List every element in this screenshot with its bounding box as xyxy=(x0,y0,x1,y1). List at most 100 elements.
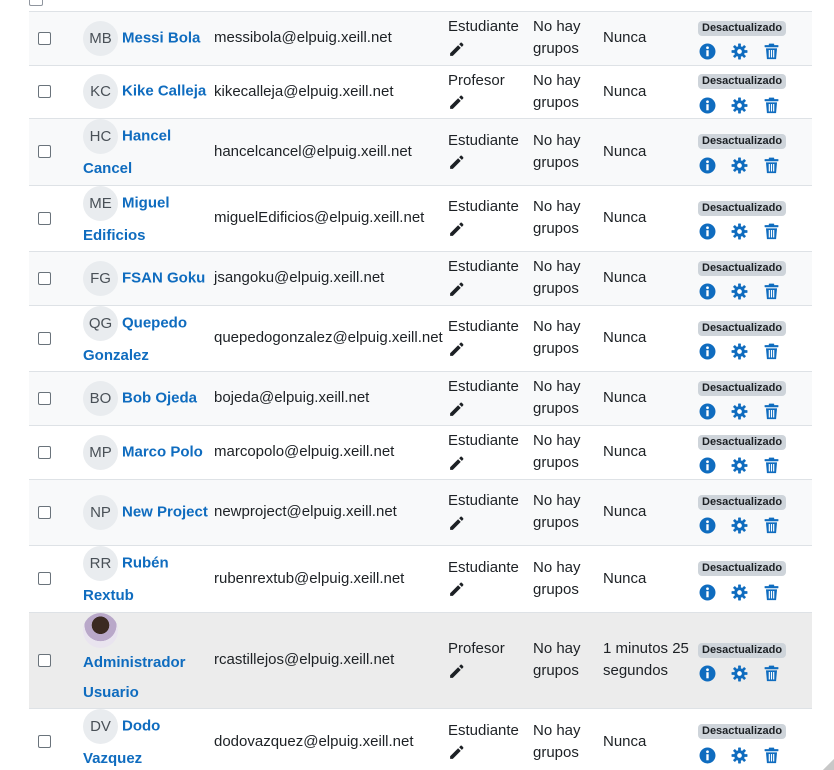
trash-icon[interactable] xyxy=(763,457,780,474)
info-icon[interactable] xyxy=(699,97,716,114)
row-checkbox[interactable] xyxy=(38,391,51,405)
row-actions xyxy=(697,154,812,174)
role-cell: Estudiante xyxy=(448,425,533,480)
avatar-initials: QG xyxy=(88,314,113,332)
trash-icon[interactable] xyxy=(763,517,780,534)
info-icon[interactable] xyxy=(699,283,716,300)
row-checkbox[interactable] xyxy=(38,145,51,158)
pencil-icon[interactable] xyxy=(448,744,465,761)
pencil-icon[interactable] xyxy=(448,221,465,238)
row-checkbox[interactable] xyxy=(38,31,51,45)
name-cell: KC Kike Calleja xyxy=(83,65,214,119)
groups-cell: No hay grupos xyxy=(533,118,603,186)
gear-icon[interactable] xyxy=(731,283,748,300)
pencil-icon[interactable] xyxy=(448,341,465,358)
row-checkbox[interactable] xyxy=(38,505,51,519)
info-icon[interactable] xyxy=(699,403,716,420)
status-cell: Desactualizado xyxy=(697,12,812,66)
avatar-initials: HC xyxy=(89,128,112,145)
row-checkbox[interactable] xyxy=(38,331,51,345)
avatar[interactable]: HC xyxy=(83,119,118,154)
pencil-icon[interactable] xyxy=(448,281,465,298)
row-checkbox[interactable] xyxy=(38,271,51,285)
info-icon[interactable] xyxy=(699,747,716,764)
gear-icon[interactable] xyxy=(731,157,748,174)
name-cell: NP New Project xyxy=(83,479,214,546)
user-name-link[interactable]: Administrador Usuario xyxy=(83,654,186,701)
pencil-icon[interactable] xyxy=(448,154,465,171)
last-access-cell: Nunca xyxy=(603,425,697,480)
last-access-cell: Nunca xyxy=(603,545,697,613)
info-icon[interactable] xyxy=(699,343,716,360)
row-checkbox[interactable] xyxy=(38,445,51,459)
pencil-icon[interactable] xyxy=(448,663,465,680)
gear-icon[interactable] xyxy=(731,665,748,682)
row-checkbox[interactable] xyxy=(38,572,51,585)
info-icon[interactable] xyxy=(699,584,716,601)
gear-icon[interactable] xyxy=(731,97,748,114)
trash-icon[interactable] xyxy=(763,283,780,300)
pencil-icon[interactable] xyxy=(448,581,465,598)
info-icon[interactable] xyxy=(699,43,716,60)
trash-icon[interactable] xyxy=(763,403,780,420)
row-checkbox[interactable] xyxy=(38,735,51,748)
email-cell: rcastillejos@elpuig.xeill.net xyxy=(214,612,448,709)
avatar[interactable]: MB xyxy=(83,20,118,56)
email-cell: rubenrextub@elpuig.xeill.net xyxy=(214,545,448,613)
info-icon[interactable] xyxy=(699,665,716,682)
avatar[interactable]: NP xyxy=(83,494,118,530)
avatar[interactable]: KC xyxy=(83,74,118,109)
table-row: RR Rubén Rextub rubenrextub@elpuig.xeill.… xyxy=(29,545,812,613)
trash-icon[interactable] xyxy=(763,343,780,360)
avatar[interactable]: RR xyxy=(83,546,118,581)
info-icon[interactable] xyxy=(699,457,716,474)
info-icon[interactable] xyxy=(699,157,716,174)
row-checkbox[interactable] xyxy=(38,653,51,667)
avatar[interactable]: DV xyxy=(83,709,118,744)
info-icon[interactable] xyxy=(699,223,716,240)
pencil-icon[interactable] xyxy=(448,515,465,532)
pencil-icon[interactable] xyxy=(448,41,465,58)
avatar[interactable]: BO xyxy=(83,380,118,416)
select-all-checkbox[interactable] xyxy=(29,0,43,6)
user-name-link[interactable]: Kike Calleja xyxy=(122,83,206,100)
status-badge: Desactualizado xyxy=(698,320,787,336)
trash-icon[interactable] xyxy=(763,665,780,682)
trash-icon[interactable] xyxy=(763,747,780,764)
gear-icon[interactable] xyxy=(731,517,748,534)
status-cell: Desactualizado xyxy=(697,545,812,613)
trash-icon[interactable] xyxy=(763,223,780,240)
status-cell: Desactualizado xyxy=(697,425,812,480)
info-icon[interactable] xyxy=(699,517,716,534)
gear-icon[interactable] xyxy=(731,457,748,474)
gear-icon[interactable] xyxy=(731,343,748,360)
avatar[interactable] xyxy=(83,612,118,648)
user-name-link[interactable]: New Project xyxy=(122,503,208,520)
trash-icon[interactable] xyxy=(763,97,780,114)
trash-icon[interactable] xyxy=(763,584,780,601)
gear-icon[interactable] xyxy=(731,403,748,420)
user-name-link[interactable]: Marco Polo xyxy=(122,443,203,460)
name-cell: HC Hancel Cancel xyxy=(83,118,214,186)
status-cell: Desactualizado xyxy=(697,65,812,119)
trash-icon[interactable] xyxy=(763,157,780,174)
avatar[interactable]: MP xyxy=(83,434,118,470)
gear-icon[interactable] xyxy=(731,223,748,240)
user-name-link[interactable]: FSAN Goku xyxy=(122,269,205,286)
user-name-link[interactable]: Messi Bola xyxy=(122,29,200,46)
avatar[interactable]: ME xyxy=(83,185,118,221)
pencil-icon[interactable] xyxy=(448,455,465,472)
trash-icon[interactable] xyxy=(763,43,780,60)
row-checkbox[interactable] xyxy=(38,85,51,98)
pencil-icon[interactable] xyxy=(448,94,465,111)
gear-icon[interactable] xyxy=(731,43,748,60)
row-checkbox[interactable] xyxy=(38,211,51,225)
gear-icon[interactable] xyxy=(731,747,748,764)
avatar[interactable]: FG xyxy=(83,260,118,296)
avatar[interactable]: QG xyxy=(83,305,118,341)
last-access-cell: 1 minutos 25 segundos xyxy=(603,612,697,709)
user-name-link[interactable]: Bob Ojeda xyxy=(122,389,197,406)
gear-icon[interactable] xyxy=(731,584,748,601)
table-row: DV Dodo Vazquez dodovazquez@elpuig.xeill.… xyxy=(29,708,812,770)
pencil-icon[interactable] xyxy=(448,401,465,418)
